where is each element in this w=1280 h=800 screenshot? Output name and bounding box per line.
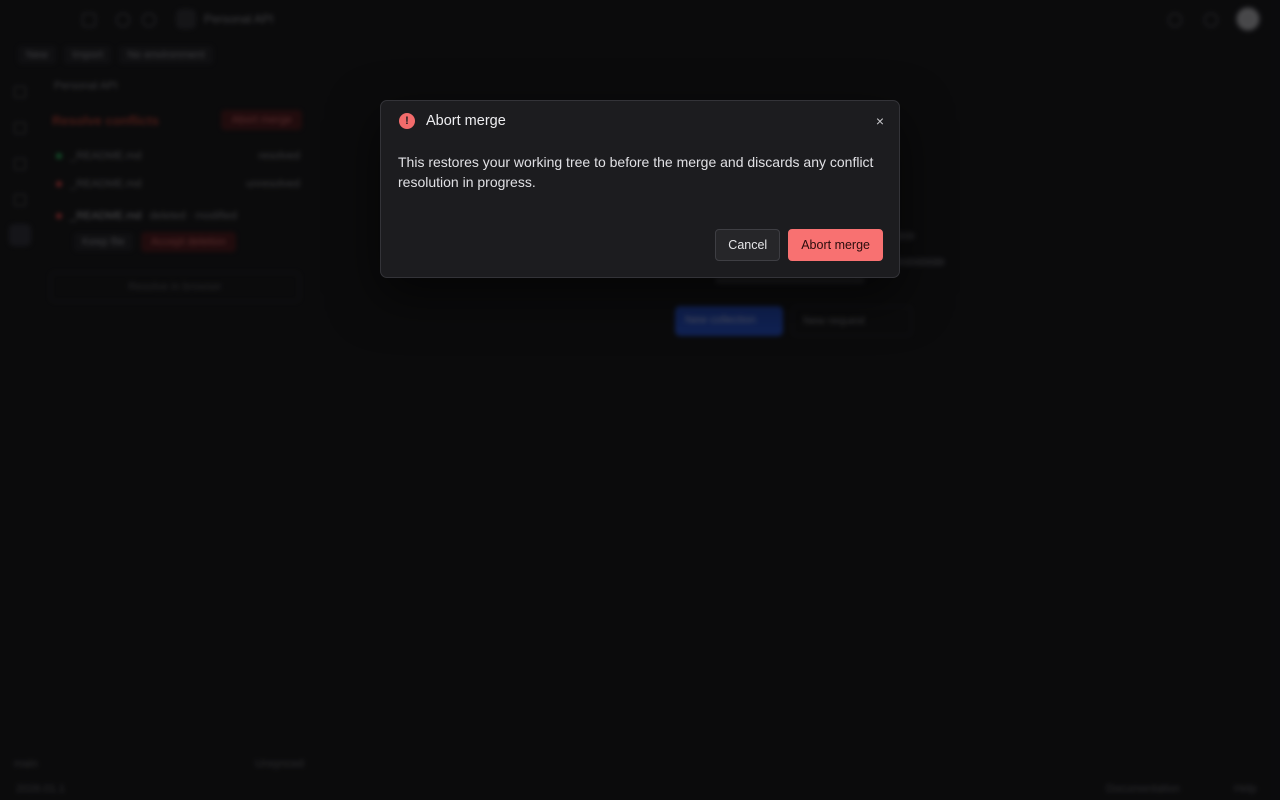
dialog-title: Abort merge [426,113,506,129]
cancel-button[interactable]: Cancel [715,229,781,261]
abort-merge-button[interactable]: Abort merge [788,229,883,261]
dialog-body: This restores your working tree to befor… [398,154,874,190]
dialog-actions: Cancel Abort merge [715,229,883,261]
warning-icon: ! [399,113,415,129]
dialog-header: ! Abort merge [399,111,506,131]
close-icon[interactable]: × [871,112,889,130]
abort-merge-dialog: ! Abort merge × This restores your worki… [380,100,900,278]
